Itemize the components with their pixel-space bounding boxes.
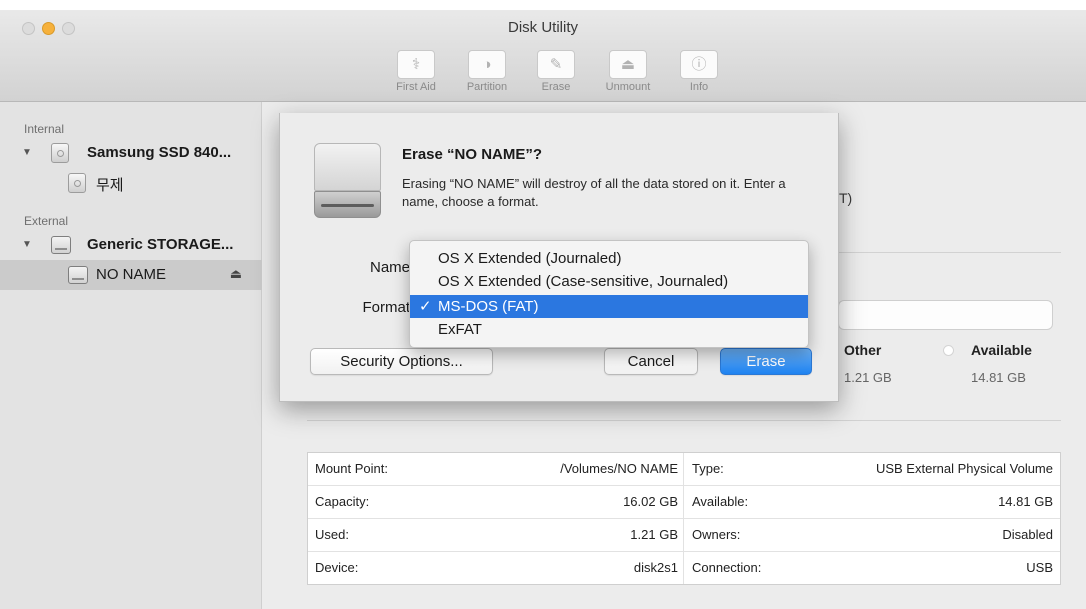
sidebar-item-label: Samsung SSD 840...: [87, 144, 232, 161]
mount-point-value: /Volumes/NO NAME: [560, 461, 678, 476]
sidebar-item-internal-volume[interactable]: 무제: [0, 168, 262, 198]
first-aid-button[interactable]: ⚕ First Aid: [389, 50, 443, 93]
format-info-fragment: T): [839, 190, 853, 206]
format-option-exfat[interactable]: ExFAT: [410, 318, 808, 341]
owners-value: Disabled: [1002, 527, 1053, 542]
format-option-os-x-extended-journaled[interactable]: OS X Extended (Journaled): [410, 247, 808, 270]
stethoscope-icon: ⚕: [397, 50, 435, 79]
capacity-value: 16.02 GB: [623, 494, 678, 509]
sidebar-item-external-disk[interactable]: ▼ Generic STORAGE...: [0, 230, 262, 260]
erase-toolbar-button[interactable]: ✎ Erase: [529, 50, 583, 93]
dialog-title: Erase “NO NAME”?: [402, 146, 543, 163]
volume-icon: [68, 173, 86, 193]
erase-icon: ✎: [537, 50, 575, 79]
internal-disk-icon: [51, 143, 69, 163]
table-row: Device: disk2s1 Connection: USB: [308, 552, 1060, 585]
disk-utility-window: Disk Utility ⚕ First Aid ◑ Partition ✎ E…: [0, 10, 1086, 609]
format-menu: OS X Extended (Journaled) OS X Extended …: [409, 240, 809, 348]
disclosure-triangle-icon[interactable]: ▼: [22, 147, 32, 158]
device-value: disk2s1: [633, 560, 678, 575]
menu-item-label: ExFAT: [438, 321, 482, 338]
other-label: Other: [844, 342, 882, 358]
mount-point-key: Mount Point:: [315, 461, 388, 476]
sidebar-item-label: 무제: [96, 177, 124, 194]
capacity-key: Capacity:: [315, 494, 370, 509]
partition-button[interactable]: ◑ Partition: [460, 50, 514, 93]
volume-icon: [68, 266, 88, 284]
type-value: USB External Physical Volume: [875, 461, 1053, 476]
eject-icon[interactable]: ⏏: [230, 266, 242, 282]
sidebar-item-internal-disk[interactable]: ▼ Samsung SSD 840...: [0, 138, 262, 168]
info-table: Mount Point: /Volumes/NO NAME Type: USB …: [307, 452, 1061, 585]
connection-key: Connection:: [692, 560, 762, 575]
info-button[interactable]: ⓘ Info: [672, 50, 726, 93]
external-section-label: External: [24, 214, 69, 228]
type-key: Type:: [692, 461, 724, 476]
title-toolbar: Disk Utility ⚕ First Aid ◑ Partition ✎ E…: [0, 10, 1086, 102]
available-value: 14.81 GB: [971, 370, 1026, 385]
checkmark-icon: ✓: [419, 298, 432, 315]
erase-button[interactable]: Erase: [720, 348, 812, 375]
connection-value: USB: [1026, 560, 1053, 575]
unmount-icon: ⏏: [609, 50, 647, 79]
first-aid-label: First Aid: [396, 81, 436, 93]
usage-bar: [838, 300, 1053, 330]
divider: [839, 252, 1061, 253]
owners-key: Owners:: [692, 527, 741, 542]
available-key: Available:: [692, 494, 749, 509]
menu-item-label: OS X Extended (Journaled): [438, 250, 622, 267]
table-row: Used: 1.21 GB Owners: Disabled: [308, 519, 1060, 552]
sidebar: Internal ▼ Samsung SSD 840... 무제 Externa…: [0, 102, 262, 609]
table-row: Capacity: 16.02 GB Available: 14.81 GB: [308, 486, 1060, 519]
internal-section-label: Internal: [24, 122, 65, 136]
available-info-value: 14.81 GB: [998, 494, 1053, 509]
device-key: Device:: [315, 560, 359, 575]
disclosure-triangle-icon[interactable]: ▼: [22, 239, 32, 250]
menu-item-label: OS X Extended (Case-sensitive, Journaled…: [438, 273, 729, 290]
table-row: Mount Point: /Volumes/NO NAME Type: USB …: [308, 453, 1060, 486]
info-label: Info: [689, 81, 709, 93]
partition-icon: ◑: [468, 50, 506, 79]
available-label: Available: [971, 342, 1032, 358]
unmount-label: Unmount: [605, 81, 651, 93]
window-title: Disk Utility: [508, 19, 578, 36]
erase-label: Erase: [541, 81, 571, 93]
format-option-ms-dos-fat[interactable]: ✓ MS-DOS (FAT): [410, 295, 808, 318]
drive-icon: [314, 143, 381, 218]
used-key: Used:: [315, 527, 349, 542]
security-options-button[interactable]: Security Options...: [310, 348, 493, 375]
dialog-message: Erasing “NO NAME” will destroy of all th…: [402, 176, 786, 209]
other-value: 1.21 GB: [844, 370, 892, 385]
format-option-os-x-extended-case-sensitive[interactable]: OS X Extended (Case-sensitive, Journaled…: [410, 270, 808, 293]
info-icon: ⓘ: [680, 50, 718, 79]
name-label: Name: [369, 259, 410, 276]
available-legend-dot: [943, 345, 954, 356]
divider: [307, 420, 1061, 421]
used-value: 1.21 GB: [630, 527, 678, 542]
sidebar-item-label: Generic STORAGE...: [87, 236, 234, 253]
sidebar-item-no-name[interactable]: NO NAME ⏏: [0, 260, 262, 290]
format-label: Format: [362, 299, 410, 316]
sidebar-item-label: NO NAME: [96, 266, 167, 283]
cancel-button[interactable]: Cancel: [604, 348, 698, 375]
unmount-button[interactable]: ⏏ Unmount: [601, 50, 655, 93]
external-disk-icon: [51, 236, 71, 254]
menu-item-label: MS-DOS (FAT): [438, 298, 539, 315]
partition-label: Partition: [466, 81, 508, 93]
